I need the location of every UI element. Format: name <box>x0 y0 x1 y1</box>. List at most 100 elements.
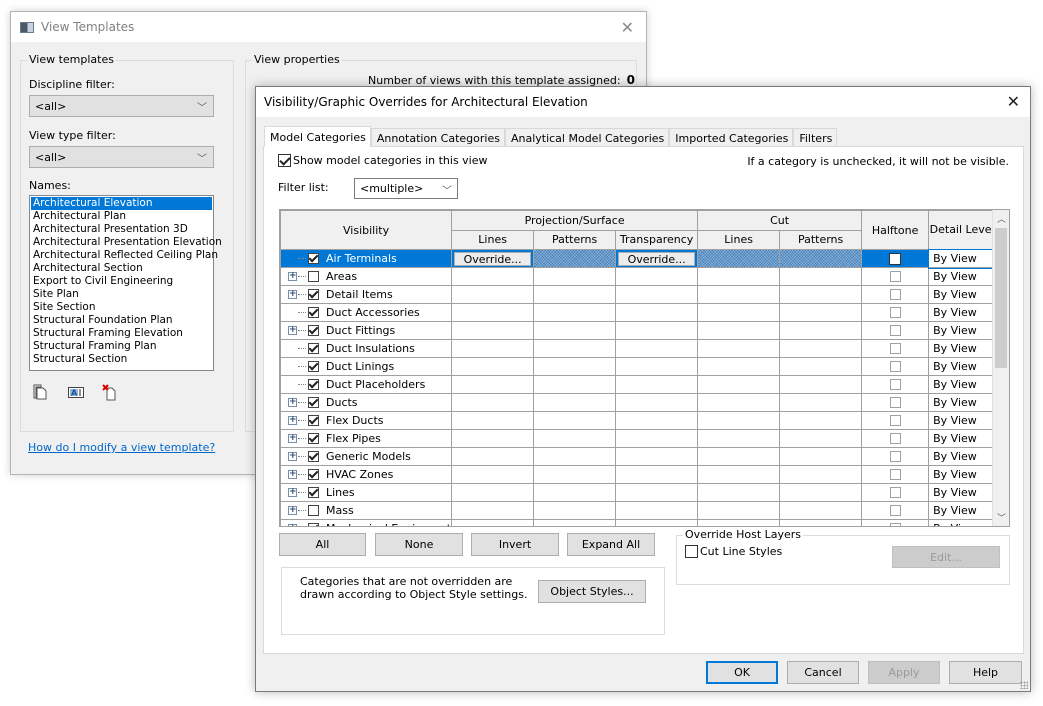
rename-icon[interactable]: A <box>67 383 85 401</box>
table-row[interactable]: Duct Placeholders By View <box>280 375 997 394</box>
names-list-item[interactable]: Structural Foundation Plan <box>31 314 212 327</box>
lines-cell[interactable] <box>451 465 535 484</box>
table-row[interactable]: + Lines By View <box>280 483 997 502</box>
names-list-item[interactable]: Structural Section <box>31 353 212 366</box>
transparency-cell[interactable] <box>615 285 699 304</box>
halftone-checkbox[interactable] <box>889 505 901 516</box>
patterns-cell[interactable] <box>533 447 617 466</box>
names-list-item[interactable]: Architectural Section <box>31 262 212 275</box>
lines-cell[interactable] <box>451 519 535 526</box>
detail-level-cell[interactable]: By View <box>928 375 997 394</box>
detail-level-cell[interactable]: By View <box>928 303 997 322</box>
transparency-cell[interactable] <box>615 429 699 448</box>
lines-cell[interactable] <box>451 321 535 340</box>
halftone-checkbox[interactable] <box>889 469 901 480</box>
tab-imported-categories[interactable]: Imported Categories <box>669 128 794 147</box>
expand-icon[interactable]: + <box>288 506 297 515</box>
scrollbar-thumb[interactable] <box>995 228 1007 368</box>
visibility-checkbox[interactable] <box>308 469 319 480</box>
table-row[interactable]: + HVAC Zones By View <box>280 465 997 484</box>
table-row[interactable]: + Duct Fittings By View <box>280 321 997 340</box>
lines-cell[interactable] <box>451 429 535 448</box>
discipline-filter-dropdown[interactable]: <all> ﹀ <box>29 95 214 117</box>
transparency-cell[interactable] <box>615 447 699 466</box>
cut-line-styles-checkbox[interactable]: Cut Line Styles <box>685 545 782 558</box>
transparency-cell[interactable] <box>615 321 699 340</box>
lines-cell[interactable] <box>451 339 535 358</box>
show-categories-checkbox[interactable]: Show model categories in this view <box>278 154 488 167</box>
halftone-checkbox[interactable] <box>889 433 901 444</box>
checkbox[interactable] <box>278 154 291 167</box>
halftone-checkbox[interactable] <box>889 361 901 372</box>
names-list-item[interactable]: Site Section <box>31 301 212 314</box>
lines-cell[interactable] <box>451 483 535 502</box>
halftone-checkbox[interactable] <box>889 289 901 300</box>
visibility-checkbox[interactable] <box>308 307 319 318</box>
detail-level-cell[interactable]: By View <box>928 339 997 358</box>
transparency-cell[interactable] <box>615 393 699 412</box>
help-button[interactable]: Help <box>949 661 1022 684</box>
halftone-checkbox[interactable] <box>889 451 901 462</box>
detail-level-cell[interactable]: By View <box>928 321 997 340</box>
delete-icon[interactable] <box>101 383 119 401</box>
detail-level-cell[interactable]: By View <box>928 429 997 448</box>
halftone-checkbox[interactable] <box>889 307 901 318</box>
lines-cell[interactable] <box>451 411 535 430</box>
ok-button[interactable]: OK <box>706 661 778 684</box>
cut-lines-cell[interactable] <box>697 447 781 466</box>
checkbox[interactable] <box>685 545 698 558</box>
lines-cell[interactable] <box>451 303 535 322</box>
expand-icon[interactable]: + <box>288 452 297 461</box>
all-button[interactable]: All <box>279 533 366 556</box>
expand-icon[interactable]: + <box>288 434 297 443</box>
lines-cell[interactable] <box>451 357 535 376</box>
expand-icon[interactable]: + <box>288 290 297 299</box>
override-button[interactable]: Override... <box>454 251 532 266</box>
transparency-cell[interactable]: Override... <box>615 249 699 268</box>
visibility-checkbox[interactable] <box>308 487 319 498</box>
names-list-item[interactable]: Export to Civil Engineering <box>31 275 212 288</box>
names-list-item[interactable]: Structural Framing Plan <box>31 340 212 353</box>
transparency-cell[interactable] <box>615 501 699 520</box>
visibility-checkbox[interactable] <box>308 379 319 390</box>
scroll-down-icon[interactable]: ﹀ <box>997 511 1006 524</box>
transparency-cell[interactable] <box>615 411 699 430</box>
visibility-checkbox[interactable] <box>308 505 319 516</box>
names-list-item[interactable]: Architectural Presentation Elevation <box>31 236 222 249</box>
object-styles-button[interactable]: Object Styles... <box>538 580 646 603</box>
expand-icon[interactable]: + <box>288 398 297 407</box>
detail-level-cell[interactable]: By View <box>928 465 997 484</box>
expand-icon[interactable]: + <box>288 488 297 497</box>
patterns-cell[interactable] <box>533 519 617 526</box>
apply-button[interactable]: Apply <box>868 661 940 684</box>
override-button[interactable]: Override... <box>618 251 696 266</box>
close-icon[interactable]: ✕ <box>621 18 634 37</box>
invert-button[interactable]: Invert <box>471 533 559 556</box>
visibility-checkbox[interactable] <box>308 361 319 372</box>
cut-patterns-cell[interactable] <box>779 447 863 466</box>
detail-level-cell[interactable]: By View <box>928 483 997 502</box>
vertical-scrollbar[interactable]: ︿ ﹀ <box>992 210 1009 526</box>
visibility-checkbox[interactable] <box>308 271 319 282</box>
table-row[interactable]: Air Terminals Override... Override... By Vi… <box>280 248 997 269</box>
scroll-up-icon[interactable]: ︿ <box>997 212 1006 225</box>
halftone-checkbox[interactable] <box>889 271 901 282</box>
transparency-cell[interactable] <box>615 303 699 322</box>
tab-analytical-model-categories[interactable]: Analytical Model Categories <box>504 128 670 147</box>
names-list-item[interactable]: Architectural Presentation 3D <box>31 223 212 236</box>
expand-icon[interactable]: + <box>288 416 297 425</box>
detail-level-cell[interactable]: By View <box>928 267 997 286</box>
lines-cell[interactable] <box>451 447 535 466</box>
visibility-checkbox[interactable] <box>308 325 319 336</box>
expand-icon[interactable]: + <box>288 470 297 479</box>
halftone-checkbox[interactable] <box>889 487 901 498</box>
resize-grip[interactable] <box>1020 681 1028 689</box>
detail-level-cell[interactable]: By View <box>928 519 997 526</box>
tab-filters[interactable]: Filters <box>793 128 838 147</box>
detail-level-cell[interactable]: By View <box>928 357 997 376</box>
expand-icon[interactable]: + <box>288 326 297 335</box>
visibility-checkbox[interactable] <box>308 289 319 300</box>
halftone-checkbox[interactable] <box>889 379 901 390</box>
filter-list-dropdown[interactable]: <multiple> ﹀ <box>354 178 458 199</box>
lines-cell[interactable] <box>451 285 535 304</box>
